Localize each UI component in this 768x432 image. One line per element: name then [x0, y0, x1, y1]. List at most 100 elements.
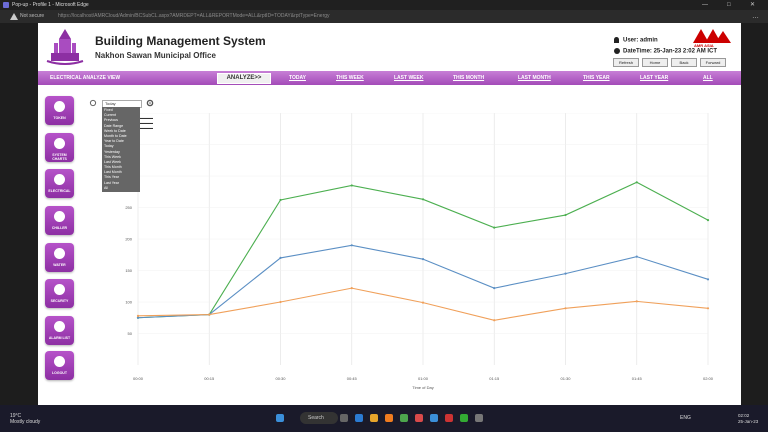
- browser-title-bar: Pop-up - Profile 1 - Microsoft Edge — □ …: [0, 0, 768, 10]
- tab-last-week[interactable]: LAST WEEK: [394, 75, 423, 81]
- data-point: [421, 301, 425, 304]
- data-point: [350, 184, 353, 187]
- brand-text: AMR ASIA: [694, 43, 714, 48]
- user-icon: [614, 37, 619, 43]
- data-point: [635, 300, 638, 303]
- sidebar-item-logout[interactable]: LOGOUT: [45, 351, 74, 380]
- datetime-info: DateTime: 25-Jan-23 2:02 AM ICT: [614, 48, 717, 55]
- gear-icon[interactable]: [146, 99, 154, 107]
- data-point: [564, 307, 567, 310]
- not-secure-label[interactable]: Not secure: [20, 10, 44, 23]
- task-view-icon[interactable]: [340, 414, 348, 422]
- taskbar-clock[interactable]: 02:02 25-Jan-23: [738, 413, 758, 425]
- left-margin: [0, 23, 38, 405]
- data-point: [493, 226, 496, 229]
- firefox-icon[interactable]: [385, 414, 393, 422]
- y-tick-label: 150: [125, 268, 132, 273]
- app-icon-blue[interactable]: [430, 414, 438, 422]
- sidebar-item-chiller[interactable]: CHILLER: [45, 206, 74, 235]
- tab-last-month[interactable]: LAST MONTH: [518, 75, 551, 81]
- chiller-icon: [54, 211, 65, 222]
- menu-bar: ELECTRICAL ANALYZE VIEW ANALYZE>> TODAY …: [38, 71, 741, 85]
- nav-buttons: Refresh Home Back Forward: [613, 58, 726, 67]
- url-field[interactable]: https://localhost/AMRCloud/Admin/BCSubCL…: [58, 10, 330, 23]
- y-tick-label: 200: [125, 237, 132, 242]
- back-button[interactable]: Back: [671, 58, 697, 67]
- sidebar-item-electrical[interactable]: ELECTRICAL: [45, 169, 74, 198]
- calendar-icon[interactable]: [89, 99, 97, 107]
- close-button[interactable]: ✕: [750, 0, 755, 10]
- period-dropdown-list: Fixed Current Previous Date Range Week to Da…: [102, 107, 140, 192]
- sidebar-item-water[interactable]: WATER: [45, 243, 74, 272]
- alarm-icon: [54, 321, 65, 332]
- view-label: ELECTRICAL ANALYZE VIEW: [50, 75, 121, 81]
- sidebar-item-label: LOGOUT: [52, 371, 67, 375]
- taskbar-search[interactable]: Search: [300, 412, 338, 424]
- edge-icon[interactable]: [355, 414, 363, 422]
- tab-this-year[interactable]: THIS YEAR: [583, 75, 610, 81]
- app-icon-dark-red[interactable]: [445, 414, 453, 422]
- tab-this-week[interactable]: THIS WEEK: [336, 75, 364, 81]
- home-button[interactable]: Home: [642, 58, 668, 67]
- sidebar-item-label: ELECTRICAL: [48, 189, 71, 193]
- forward-button[interactable]: Forward: [700, 58, 726, 67]
- x-tick-label: 01:00: [418, 376, 429, 381]
- lock-icon: [54, 284, 65, 295]
- energy-line-chart: 5010015020025030035040000:0000:1500:3000…: [125, 113, 714, 390]
- dropdown-option[interactable]: All: [102, 186, 140, 191]
- tab-all[interactable]: ALL: [703, 75, 713, 81]
- token-icon: [54, 101, 65, 112]
- minimize-button[interactable]: —: [702, 0, 708, 10]
- weather-desc: Mostly cloudy: [10, 419, 41, 425]
- user-info: User: admin: [614, 37, 658, 44]
- x-tick-label: 00:15: [204, 376, 215, 381]
- app-icon-red[interactable]: [415, 414, 423, 422]
- maximize-button[interactable]: □: [727, 0, 731, 10]
- refresh-button[interactable]: Refresh: [613, 58, 639, 67]
- sidebar-item-alarm-list[interactable]: ALARM LIST: [45, 316, 74, 345]
- x-tick-label: 00:00: [133, 376, 144, 381]
- weather-widget[interactable]: 19°C Mostly cloudy: [10, 413, 40, 425]
- sidebar-item-security[interactable]: SECURITY: [45, 279, 74, 308]
- tab-today[interactable]: TODAY: [289, 75, 306, 81]
- data-point: [635, 181, 638, 184]
- app-icon: [3, 2, 9, 8]
- more-options-button[interactable]: …: [752, 10, 759, 23]
- tab-last-year[interactable]: LAST YEAR: [640, 75, 668, 81]
- clock-date: 25-Jan-23: [738, 419, 759, 424]
- data-point: [350, 244, 353, 247]
- legend-line: ▬▬▬▬: [139, 126, 153, 130]
- start-icon[interactable]: [276, 414, 284, 422]
- right-margin: [741, 23, 768, 405]
- data-point: [706, 278, 710, 281]
- sidebar-item-label: TOKEN: [53, 116, 66, 120]
- x-tick-label: 00:45: [347, 376, 358, 381]
- sidebar-item-label: WATER: [53, 263, 66, 267]
- tab-this-month[interactable]: THIS MONTH: [453, 75, 484, 81]
- chrome-icon[interactable]: [400, 414, 408, 422]
- system-tray[interactable]: ENG: [680, 415, 691, 421]
- sidebar-item-token[interactable]: TOKEN: [45, 96, 74, 125]
- analyze-button[interactable]: ANALYZE>>: [217, 73, 271, 84]
- data-point: [279, 256, 282, 259]
- file-explorer-icon[interactable]: [370, 414, 378, 422]
- data-point: [136, 316, 140, 319]
- data-point: [421, 258, 425, 261]
- x-tick-label: 01:30: [560, 376, 571, 381]
- data-point: [350, 287, 353, 290]
- data-point: [493, 287, 496, 290]
- chart-legend: ▬▬▬▬ ▬▬▬▬ ▬▬▬▬: [139, 116, 153, 131]
- app-icon-green[interactable]: [460, 414, 468, 422]
- warning-icon: [10, 13, 18, 20]
- sidebar-item-label: SECURITY: [50, 299, 69, 303]
- sidebar-item-system-charts[interactable]: SYSTEM CHARTS: [45, 133, 74, 162]
- electrical-icon: [54, 174, 65, 185]
- datetime-text: DateTime: 25-Jan-23 2:02 AM ICT: [623, 48, 718, 55]
- taskbar: 19°C Mostly cloudy Search ENG 02:02 25-J…: [0, 405, 768, 432]
- sidebar-item-label: SYSTEM CHARTS: [52, 153, 67, 161]
- x-tick-label: 01:15: [489, 376, 500, 381]
- app-icon-gray[interactable]: [475, 414, 483, 422]
- x-tick-label: 00:30: [275, 376, 286, 381]
- data-point: [635, 255, 638, 258]
- data-point: [493, 319, 496, 322]
